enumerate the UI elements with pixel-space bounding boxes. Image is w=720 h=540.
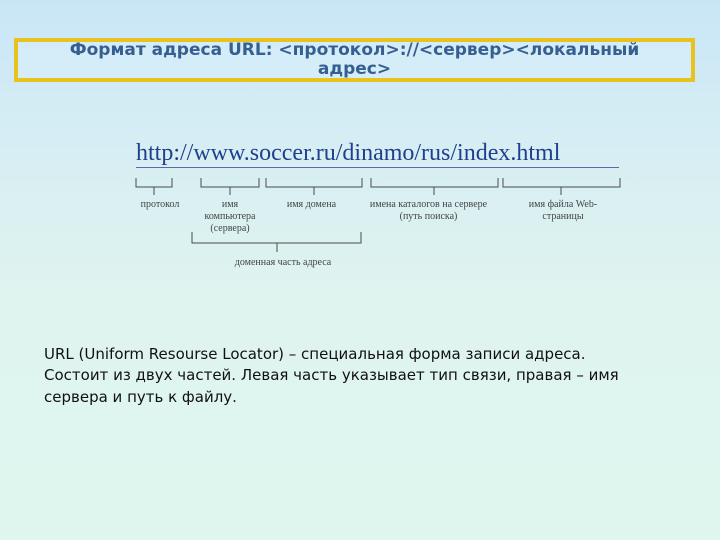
- body-line-2: Состоит из двух частей. Левая часть указ…: [44, 366, 619, 406]
- domain-bracket: [265, 178, 363, 195]
- domain-name-label: имя домена: [286, 199, 337, 210]
- computer-name-label: имя компьютера (сервера): [204, 199, 256, 234]
- directory-names-label: имена каталогов на сервере (путь поиска): [369, 199, 488, 222]
- computer-bracket: [200, 178, 260, 195]
- domain-part-label: доменная часть адреса: [234, 257, 332, 268]
- directory-bracket: [370, 178, 499, 195]
- body-text: URL (Uniform Resourse Locator) – специал…: [44, 344, 654, 408]
- file-name-label: имя файла Web-страницы: [528, 199, 598, 222]
- domain-part-bracket: [191, 232, 362, 252]
- file-bracket: [502, 178, 621, 195]
- url-example: http://www.soccer.ru/dinamo/rus/index.ht…: [136, 140, 561, 166]
- url-underline: [136, 167, 619, 168]
- slide: Формат адреса URL: <протокол>://<сервер>…: [0, 0, 720, 540]
- protocol-label: протокол: [140, 199, 180, 210]
- protocol-bracket: [135, 178, 173, 195]
- slide-title: Формат адреса URL: <протокол>://<сервер>…: [69, 40, 640, 79]
- slide-title-box: Формат адреса URL: <протокол>://<сервер>…: [14, 38, 695, 82]
- body-line-1: URL (Uniform Resourse Locator) – специал…: [44, 345, 586, 363]
